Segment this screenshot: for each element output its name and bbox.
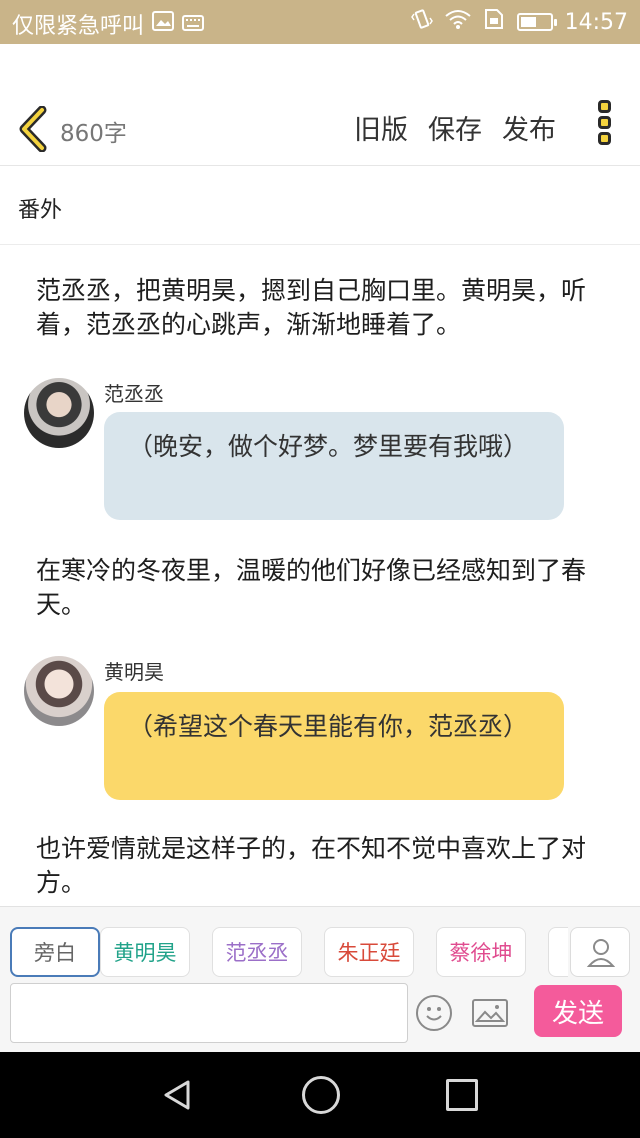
emoji-icon[interactable] <box>416 995 452 1031</box>
image-icon <box>152 11 175 37</box>
chevron-left-icon <box>19 105 47 153</box>
nav-back-icon[interactable] <box>160 1078 194 1112</box>
tab-huang-minghao[interactable]: 黄明昊 <box>100 927 190 977</box>
dialogue-bubble[interactable]: （希望这个春天里能有你，范丞丞） <box>104 692 564 800</box>
publish-button[interactable]: 发布 <box>502 108 556 147</box>
wifi-icon <box>444 9 471 35</box>
avatar[interactable] <box>24 656 94 726</box>
vibrate-icon <box>410 8 433 36</box>
avatar[interactable] <box>24 378 94 448</box>
tab-zhu-zhengting[interactable]: 朱正廷 <box>324 927 414 977</box>
message-input[interactable] <box>10 983 408 1043</box>
save-button[interactable]: 保存 <box>428 108 482 147</box>
chapter-title[interactable]: 番外 <box>18 192 62 224</box>
person-icon <box>586 939 616 967</box>
old-version-button[interactable]: 旧版 <box>354 108 408 147</box>
back-button[interactable] <box>14 105 54 153</box>
keyboard-icon <box>182 12 205 37</box>
tab-cai-xukun[interactable]: 蔡徐坤 <box>436 927 526 977</box>
more-menu-icon[interactable] <box>594 100 614 154</box>
sim-icon <box>483 8 505 36</box>
divider <box>0 244 640 245</box>
dialogue-bubble[interactable]: （晚安，做个好梦。梦里要有我哦） <box>104 412 564 520</box>
editor-header: 860字 旧版 保存 发布 <box>0 90 640 166</box>
status-bar: 仅限紧急呼叫 14:57 <box>0 0 640 44</box>
image-icon[interactable] <box>472 999 508 1027</box>
tab-more-partial[interactable] <box>548 927 568 977</box>
system-nav-bar <box>0 1052 640 1138</box>
speaker-name: 范丞丞 <box>104 382 164 406</box>
speaker-name: 黄明昊 <box>104 660 164 684</box>
narration-paragraph[interactable]: 也许爱情就是这样子的，在不知不觉中喜欢上了对方。 <box>36 832 616 900</box>
battery-icon <box>516 13 557 31</box>
carrier-label: 仅限紧急呼叫 <box>12 14 145 39</box>
word-count: 860字 <box>60 121 127 147</box>
nav-recent-icon[interactable] <box>446 1079 478 1111</box>
narration-paragraph[interactable]: 在寒冷的冬夜里，温暖的他们好像已经感知到了春天。 <box>36 554 616 622</box>
tab-fan-chengcheng[interactable]: 范丞丞 <box>212 927 302 977</box>
tab-narrator[interactable]: 旁白 <box>10 927 100 977</box>
character-manager-button[interactable] <box>570 927 630 977</box>
battery-level <box>520 17 536 27</box>
clock: 14:57 <box>564 9 628 35</box>
nav-home-icon[interactable] <box>302 1076 340 1114</box>
narration-paragraph[interactable]: 范丞丞，把黄明昊，摁到自己胸口里。黄明昊，听着，范丞丞的心跳声，渐渐地睡着了。 <box>36 274 616 342</box>
send-button[interactable]: 发送 <box>534 985 622 1037</box>
composer-panel: 旁白 黄明昊 范丞丞 朱正廷 蔡徐坤 发送 <box>0 906 640 1052</box>
